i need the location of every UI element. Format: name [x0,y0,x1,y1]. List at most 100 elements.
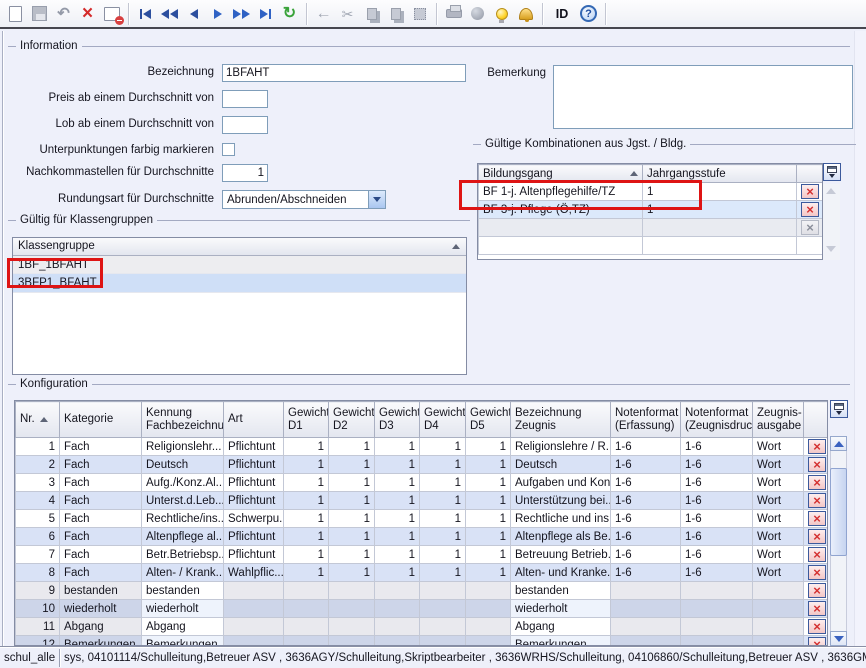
cell-art[interactable]: Pflichtunt [224,438,284,456]
cell-bezeichnung[interactable]: Abgang [511,618,611,636]
cell-ausgabe[interactable] [753,636,804,647]
scroll-down-icon[interactable] [826,246,836,252]
cell-bezeichnung[interactable]: Alten- und Kranke... [511,564,611,582]
previous-record-button[interactable] [182,2,205,25]
cell-d2[interactable]: 1 [329,546,375,564]
cell-d4[interactable] [420,582,466,600]
konfiguration-row[interactable]: 8FachAlten- / Krank...Wahlpflic...11111A… [16,564,828,582]
help-button[interactable]: ? [577,2,600,25]
cell-bezeichnung[interactable]: Bemerkungen [511,636,611,647]
cell-d5[interactable]: 1 [466,456,511,474]
bezeichnung-input[interactable] [222,64,466,82]
konfiguration-row[interactable]: 6FachAltenpflege al...Pflichtunt11111Alt… [16,528,828,546]
cell-d1[interactable]: 1 [284,456,329,474]
cell-kategorie[interactable]: Fach [60,456,142,474]
cell-kategorie[interactable]: Fach [60,528,142,546]
konfiguration-row[interactable]: 2FachDeutschPflichtunt11111Deutsch1-61-6… [16,456,828,474]
cell-nf_erfassung[interactable] [611,618,681,636]
cell-d1[interactable] [284,582,329,600]
column-header-kategorie[interactable]: Kategorie [60,402,142,438]
column-header-nr[interactable]: Nr. [16,402,60,438]
delete-row-button[interactable]: × [808,475,826,490]
cell-d4[interactable]: 1 [420,564,466,582]
cell-ausgabe[interactable]: Wort [753,474,804,492]
cell-d3[interactable]: 1 [375,474,420,492]
delete-row-button[interactable]: × [808,457,826,472]
cell-nr[interactable]: 8 [16,564,60,582]
cell-bezeichnung[interactable]: bestanden [511,582,611,600]
cell-d2[interactable]: 1 [329,456,375,474]
scroll-down-button[interactable] [830,631,847,646]
cell-art[interactable] [224,618,284,636]
cell-kategorie[interactable]: Fach [60,564,142,582]
cell-d2[interactable] [329,582,375,600]
kombination-row[interactable]: × [479,219,823,237]
cell-kennung[interactable]: Religionslehr... [142,438,224,456]
cell-d2[interactable] [329,600,375,618]
cell-nf_zeugnisdruck[interactable]: 1-6 [681,546,753,564]
column-header-nf_zeugnisdruck[interactable]: Notenformat(Zeugnisdruck) [681,402,753,438]
konfiguration-row[interactable]: 7FachBetr.Betriebsp...Pflichtunt11111Bet… [16,546,828,564]
cell-d1[interactable]: 1 [284,438,329,456]
cell-d4[interactable]: 1 [420,456,466,474]
cell-kategorie[interactable]: Bemerkungen [60,636,142,647]
duplicate-button[interactable] [384,2,407,25]
cell-d4[interactable]: 1 [420,510,466,528]
cell-d3[interactable] [375,600,420,618]
cell-d2[interactable]: 1 [329,492,375,510]
cell-ausgabe[interactable]: Wort [753,546,804,564]
cell-nr[interactable]: 6 [16,528,60,546]
cell-d5[interactable] [466,618,511,636]
table-settings-button[interactable] [830,400,848,418]
cell-nf_zeugnisdruck[interactable]: 1-6 [681,528,753,546]
delete-row-button[interactable]: × [808,583,826,598]
delete-record-button[interactable]: × [76,2,99,25]
cell-bezeichnung[interactable]: Religionslehre / R... [511,438,611,456]
cell-art[interactable] [224,636,284,647]
cell-kennung[interactable]: Abgang [142,618,224,636]
cell-kategorie[interactable]: Fach [60,492,142,510]
table-settings-button[interactable] [823,163,841,181]
cell-d2[interactable]: 1 [329,528,375,546]
id-button[interactable]: ID [548,2,576,25]
undo-button[interactable]: ↶ [52,2,75,25]
cell-kennung[interactable]: bestanden [142,582,224,600]
cell-bezeichnung[interactable]: Altenpflege als Be... [511,528,611,546]
cell-kategorie[interactable]: Fach [60,438,142,456]
hint-button[interactable] [490,2,513,25]
cell-ausgabe[interactable]: Wort [753,564,804,582]
cell-d1[interactable]: 1 [284,528,329,546]
cell-nf_erfassung[interactable]: 1-6 [611,474,681,492]
cell-nr[interactable]: 7 [16,546,60,564]
cell-nf_erfassung[interactable]: 1-6 [611,456,681,474]
scrollbar-thumb[interactable] [830,468,847,556]
cell-d2[interactable] [329,636,375,647]
cell-nf_erfassung[interactable]: 1-6 [611,492,681,510]
cell-d5[interactable]: 1 [466,564,511,582]
delete-row-button[interactable]: × [801,220,819,235]
nachkommastellen-input[interactable] [222,164,268,182]
column-header-d3[interactable]: GewichtD3 [375,402,420,438]
cell-nr[interactable]: 11 [16,618,60,636]
cell-nr[interactable]: 5 [16,510,60,528]
cell-ausgabe[interactable]: Wort [753,528,804,546]
scroll-up-icon[interactable] [826,188,836,194]
cell-d5[interactable]: 1 [466,510,511,528]
cell-art[interactable]: Pflichtunt [224,456,284,474]
first-record-button[interactable] [134,2,157,25]
cell-d5[interactable] [466,600,511,618]
cell-d5[interactable]: 1 [466,492,511,510]
cell-nf_zeugnisdruck[interactable]: 1-6 [681,474,753,492]
cell-art[interactable]: Pflichtunt [224,528,284,546]
cell-d1[interactable] [284,618,329,636]
cell-nr[interactable]: 1 [16,438,60,456]
cell-nr[interactable]: 12 [16,636,60,647]
cell-d4[interactable]: 1 [420,474,466,492]
cell-nf_zeugnisdruck[interactable] [681,600,753,618]
cell-d5[interactable]: 1 [466,438,511,456]
cell-d3[interactable]: 1 [375,456,420,474]
cell-d3[interactable] [375,636,420,647]
konfiguration-row[interactable]: 11AbgangAbgangAbgang× [16,618,828,636]
fast-forward-button[interactable] [230,2,253,25]
cell-art[interactable]: Pflichtunt [224,546,284,564]
